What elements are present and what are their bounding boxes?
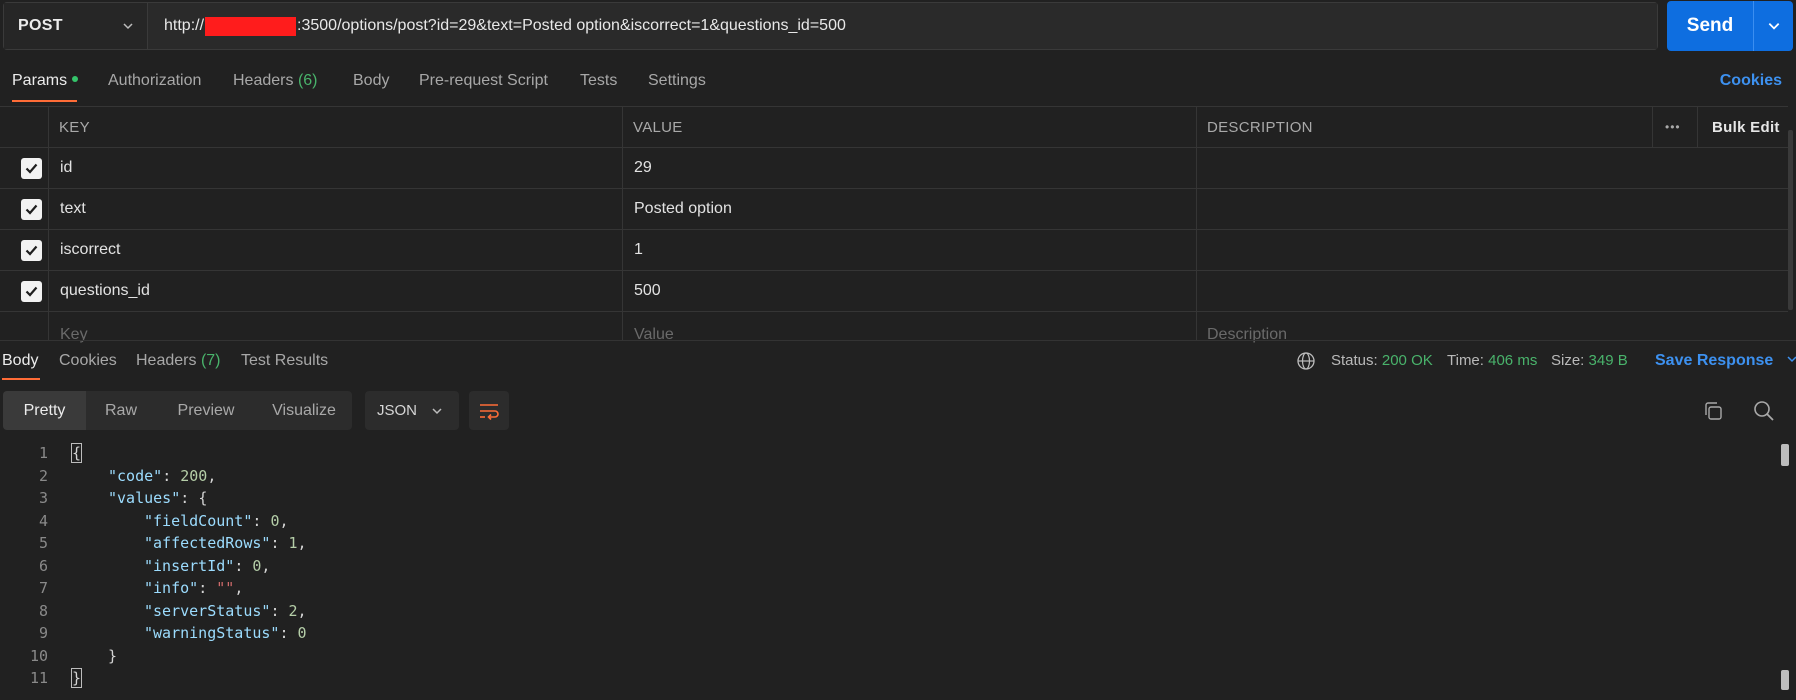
time-readout: Time: 406 ms [1447, 352, 1538, 369]
code-line: 5 "affectedRows": 1, [38, 534, 307, 552]
row-checkbox[interactable] [21, 199, 42, 220]
tab-headers[interactable]: Headers (6) [233, 72, 318, 90]
tab-tests[interactable]: Tests [580, 72, 617, 90]
view-preview-button[interactable]: Preview [156, 391, 256, 430]
response-divider [0, 340, 1796, 341]
code-line: 3 "values": { [38, 489, 208, 507]
table-row: id 29 [0, 147, 1788, 188]
time-value: 406 ms [1488, 352, 1538, 369]
chevron-down-icon [432, 408, 442, 415]
code-line: 6 "insertId": 0, [38, 556, 271, 575]
redacted-host [205, 16, 297, 36]
param-value[interactable]: 29 [634, 148, 652, 188]
search-icon[interactable] [1752, 399, 1776, 423]
wrap-lines-icon [480, 403, 499, 420]
url-prefix: http:// [164, 17, 205, 34]
column-header-description: DESCRIPTION [1207, 118, 1313, 136]
globe-icon[interactable] [1296, 351, 1316, 371]
code-line: 10 } [29, 646, 118, 665]
row-checkbox[interactable] [21, 281, 42, 302]
check-icon [25, 286, 38, 297]
column-header-value: VALUE [633, 118, 683, 136]
code-scrollbar-bottom[interactable] [1781, 670, 1789, 690]
code-line: 7 "info": "", [38, 579, 244, 597]
code-line: 11 } [29, 668, 83, 688]
param-key[interactable]: id [60, 148, 72, 188]
param-value[interactable]: Posted option [634, 189, 732, 229]
value-placeholder[interactable]: Value [634, 320, 674, 349]
code-scrollbar-top[interactable] [1781, 444, 1789, 466]
tab-authorization[interactable]: Authorization [108, 72, 201, 90]
code-line: 2 "code": 200, [38, 466, 217, 485]
status-readout: Status: 200 OK [1331, 352, 1433, 369]
tab-body[interactable]: Body [353, 72, 389, 90]
format-select[interactable]: JSON [365, 391, 459, 430]
params-active-dot [72, 76, 79, 82]
active-tab-underline [12, 100, 77, 102]
method-select[interactable]: POST [4, 3, 148, 49]
response-tab-headers[interactable]: Headers (7) [136, 352, 221, 370]
response-tab-cookies[interactable]: Cookies [59, 352, 117, 370]
check-icon [25, 163, 38, 174]
chevron-down-icon [123, 23, 133, 30]
param-key[interactable]: iscorrect [60, 230, 120, 270]
code-line: 1 { [38, 443, 83, 463]
params-scrollbar[interactable] [1788, 130, 1793, 310]
param-key[interactable]: text [60, 189, 86, 229]
table-row: text Posted option [0, 188, 1788, 229]
more-options-icon[interactable]: ••• [1665, 107, 1681, 147]
table-row: iscorrect 1 [0, 229, 1788, 270]
send-options-button[interactable] [1753, 1, 1793, 51]
wrap-lines-button[interactable] [469, 391, 509, 430]
status-value: 200 OK [1381, 352, 1433, 369]
url-input[interactable]: http:// :3500/options/post?id=29&text=Po… [148, 3, 1657, 49]
check-icon [25, 245, 38, 256]
response-tab-body[interactable]: Body [2, 352, 38, 370]
response-tab-test-results[interactable]: Test Results [241, 352, 328, 370]
request-bar: POST http:// :3500/options/post?id=29&te… [3, 2, 1658, 50]
view-raw-button[interactable]: Raw [86, 391, 156, 430]
send-button[interactable]: Send [1667, 1, 1753, 51]
cookies-link[interactable]: Cookies [1720, 72, 1782, 90]
method-label: POST [18, 17, 63, 34]
save-response-button[interactable]: Save Response [1655, 352, 1796, 370]
param-value[interactable]: 500 [634, 271, 661, 311]
row-checkbox[interactable] [21, 158, 42, 179]
table-row: questions_id 500 [0, 270, 1788, 311]
code-line: 9 "warningStatus": 0 [38, 624, 307, 642]
view-visualize-button[interactable]: Visualize [256, 391, 352, 430]
param-key[interactable]: questions_id [60, 271, 150, 311]
view-mode-group: Pretty Raw Preview Visualize [3, 391, 352, 430]
description-placeholder[interactable]: Description [1207, 320, 1287, 349]
tab-params[interactable]: Params [12, 72, 79, 90]
bulk-edit-button[interactable]: Bulk Edit [1712, 107, 1780, 147]
code-line: 4 "fieldCount": 0, [38, 511, 289, 530]
check-icon [25, 204, 38, 215]
size-value: 349 B [1588, 352, 1628, 369]
copy-icon[interactable] [1702, 400, 1724, 422]
row-checkbox[interactable] [21, 240, 42, 261]
new-param-row: Key Value Description [0, 311, 1788, 343]
key-placeholder[interactable]: Key [60, 320, 88, 349]
code-line: 8 "serverStatus": 2, [38, 601, 307, 620]
column-header-key: KEY [59, 118, 90, 136]
params-header-row: KEY VALUE DESCRIPTION ••• Bulk Edit [0, 106, 1788, 147]
view-pretty-button[interactable]: Pretty [3, 391, 86, 430]
request-tabs: Params Authorization Headers (6) Body Pr… [0, 64, 1796, 104]
tab-prerequest-script[interactable]: Pre-request Script [419, 72, 548, 90]
active-response-tab-underline [2, 378, 40, 380]
size-readout: Size: 349 B [1551, 352, 1628, 369]
chevron-down-icon [1768, 23, 1779, 30]
url-suffix: :3500/options/post?id=29&text=Posted opt… [297, 17, 846, 34]
chevron-down-icon [1787, 356, 1796, 363]
tab-settings[interactable]: Settings [648, 72, 706, 90]
param-value[interactable]: 1 [634, 230, 643, 270]
send-button-group: Send [1667, 1, 1793, 51]
